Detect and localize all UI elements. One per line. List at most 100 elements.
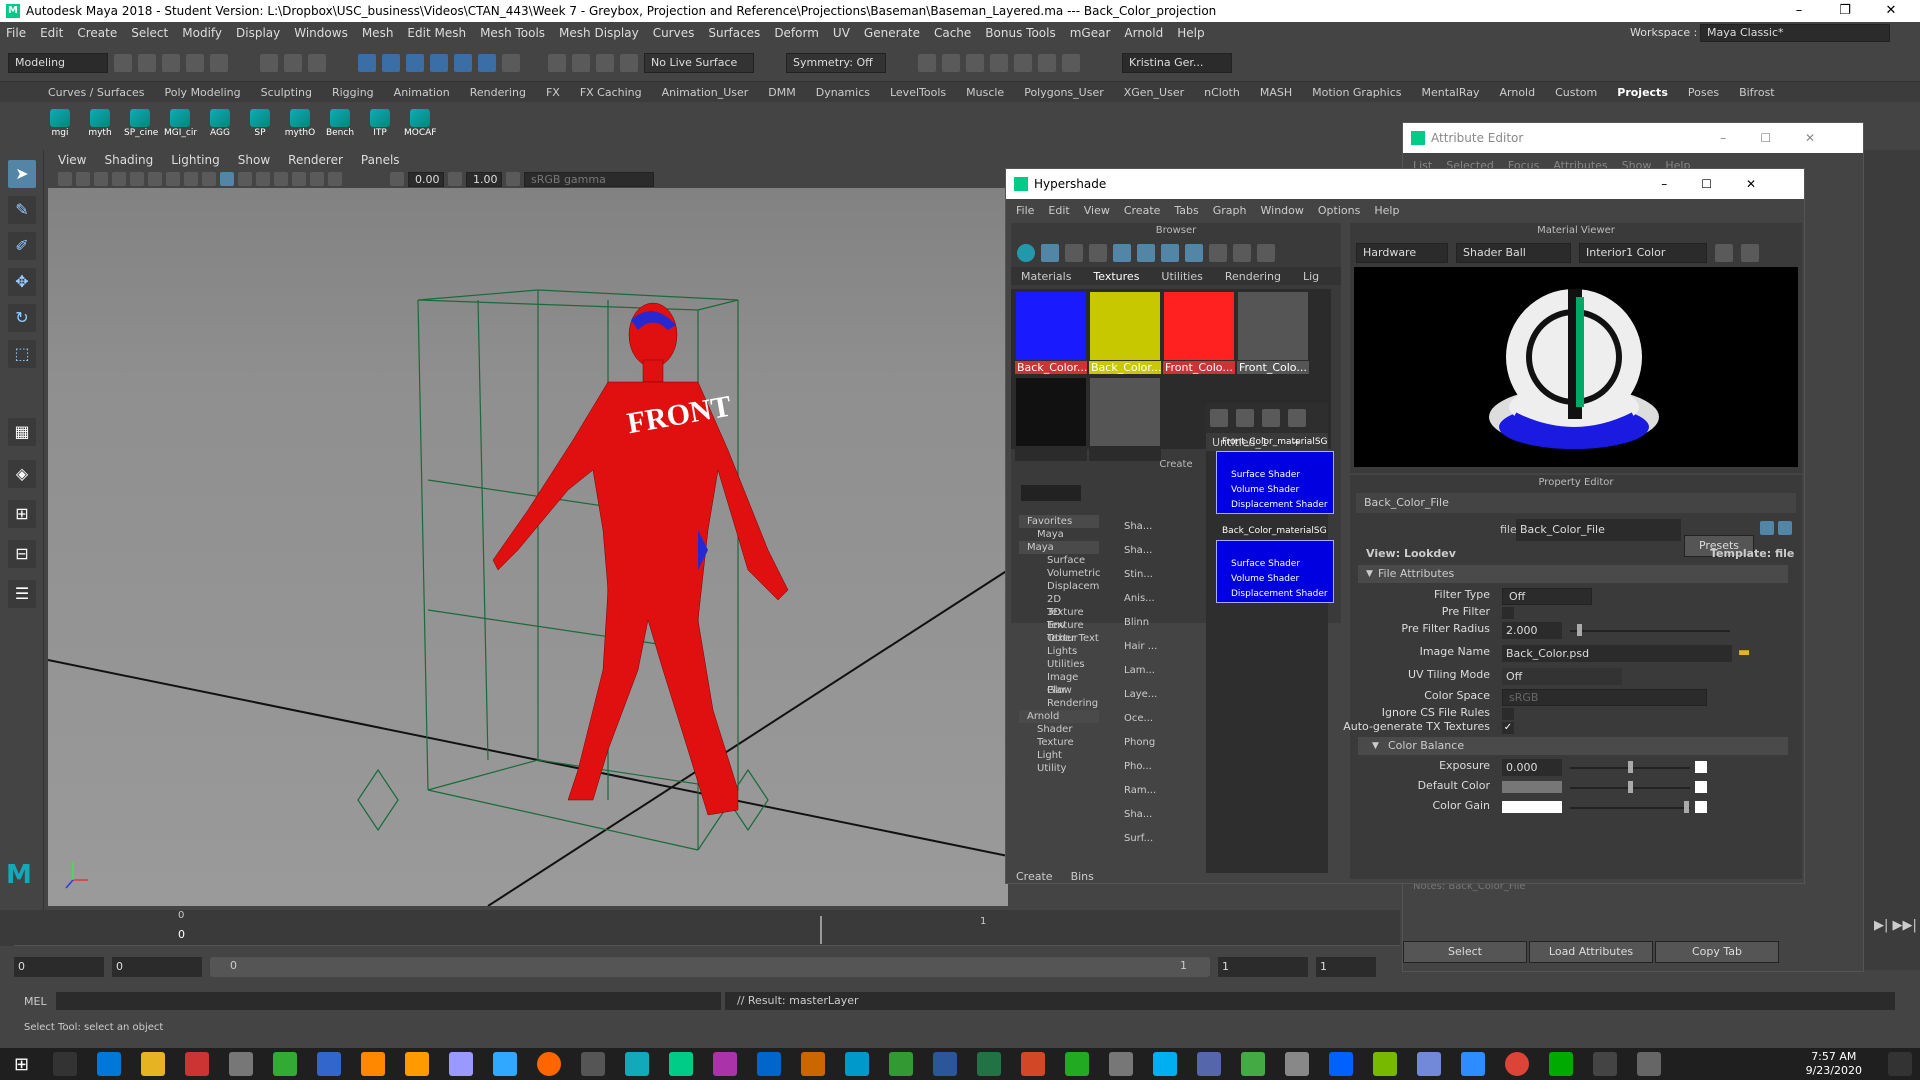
hs-menu-window[interactable]: Window [1261, 204, 1304, 217]
snap-vertex-icon[interactable] [478, 53, 496, 72]
shelf-button-mgi[interactable]: mgi [44, 109, 76, 138]
zoom-icon[interactable] [1461, 1052, 1486, 1076]
create-tree-item[interactable]: 3D Texture [1019, 606, 1099, 631]
start-time-field[interactable]: 0 [14, 957, 104, 977]
app-icon[interactable] [801, 1052, 826, 1076]
menu-item-uv[interactable]: UV [833, 26, 850, 40]
file-explorer-icon[interactable] [141, 1052, 166, 1076]
create-tree-item[interactable]: Env Textur [1019, 619, 1099, 644]
node-port[interactable]: Displacement Shader [1217, 587, 1333, 602]
pre-filter-radius-slider[interactable] [1570, 630, 1730, 632]
pre-filter-checkbox[interactable] [1502, 607, 1514, 619]
sort-type-icon[interactable] [1209, 244, 1227, 262]
large-swatch-icon[interactable] [1137, 244, 1155, 262]
map-button[interactable] [1695, 781, 1707, 793]
snap-grid-icon[interactable] [358, 53, 376, 72]
render-settings-icon[interactable] [966, 53, 984, 72]
shelf-tab-dmm[interactable]: DMM [768, 86, 795, 99]
create-tree-item[interactable]: Favorites [1019, 515, 1099, 528]
symmetry-select[interactable]: Symmetry: Off [786, 52, 886, 73]
minimize-button[interactable]: – [1776, 0, 1822, 22]
snap-view-icon[interactable] [430, 53, 448, 72]
texture-swatch[interactable] [1015, 377, 1087, 461]
film-gate-icon[interactable] [148, 172, 162, 186]
shelf-tab-ncloth[interactable]: nCloth [1204, 86, 1240, 99]
shelf-tab-polygons-user[interactable]: Polygons_User [1024, 86, 1104, 99]
bookmark-icon[interactable] [94, 172, 108, 186]
input-ops-icon[interactable] [572, 53, 590, 72]
shelf-tab-curves-surfaces[interactable]: Curves / Surfaces [48, 86, 145, 99]
exposure-icon[interactable] [390, 172, 404, 186]
graph-io-icon[interactable] [1236, 409, 1254, 427]
shader-list-item[interactable]: Oce... [1106, 707, 1176, 731]
windows-start-icon[interactable]: ⊞ [14, 1054, 29, 1075]
hypershade-icon[interactable] [990, 53, 1008, 72]
menu-item-cache[interactable]: Cache [934, 26, 971, 40]
app-icon[interactable] [1593, 1052, 1618, 1076]
playback-end-field[interactable]: 1 [1218, 957, 1308, 977]
list-view-icon[interactable] [1065, 244, 1083, 262]
ignore-cs-checkbox[interactable] [1502, 708, 1514, 720]
viewport-menu-lighting[interactable]: Lighting [171, 153, 220, 167]
scale-tool-icon[interactable]: ⬚ [8, 340, 36, 368]
menu-item-modify[interactable]: Modify [182, 26, 222, 40]
app-icon[interactable] [889, 1052, 914, 1076]
create-tree-item[interactable]: Displacem [1019, 580, 1099, 593]
chrome-icon[interactable] [1505, 1052, 1530, 1076]
outliner-icon[interactable]: ☰ [8, 580, 36, 608]
shader-list-item[interactable]: Sha... [1106, 803, 1176, 827]
output-ops-icon[interactable] [596, 53, 614, 72]
safe-action-icon[interactable] [184, 172, 198, 186]
select-tool-icon[interactable]: ➤ [8, 160, 36, 188]
shelf-button-bench[interactable]: Bench [324, 109, 356, 138]
graph-input-icon[interactable] [1210, 409, 1228, 427]
render-current-icon[interactable] [918, 53, 936, 72]
shelf-tab-muscle[interactable]: Muscle [966, 86, 1004, 99]
ao-icon[interactable] [292, 172, 306, 186]
create-tree-item[interactable]: Rendering [1019, 697, 1099, 710]
premiere-icon[interactable] [449, 1052, 474, 1076]
mode-select[interactable]: Modeling [8, 52, 108, 73]
app-icon[interactable] [1549, 1052, 1574, 1076]
viewport-menu-view[interactable]: View [58, 153, 86, 167]
shelf-button-mgi-cir[interactable]: MGI_cir [164, 109, 197, 138]
shelf-tab-leveltools[interactable]: LevelTools [890, 86, 946, 99]
render-view-icon[interactable] [1014, 53, 1032, 72]
command-input[interactable] [56, 992, 721, 1010]
app-icon[interactable] [1637, 1052, 1662, 1076]
shader-list-item[interactable]: Laye... [1106, 683, 1176, 707]
move-tool-icon[interactable]: ✥ [8, 268, 36, 296]
menu-item-mesh-tools[interactable]: Mesh Tools [480, 26, 545, 40]
create-tree-item[interactable]: Light [1019, 749, 1099, 762]
shader-list-item[interactable]: Surf... [1106, 827, 1176, 851]
vlc-icon[interactable] [361, 1052, 386, 1076]
texture-swatch[interactable]: Front_Colo... [1237, 291, 1309, 375]
exposure-field[interactable]: 0.000 [1502, 759, 1562, 776]
create-tree-item[interactable]: Image Plar [1019, 671, 1099, 696]
isolate-icon[interactable] [310, 172, 324, 186]
shading-group-node[interactable]: Front_Color_materialSG Surface Shader Volu… [1216, 437, 1334, 514]
viewport-menu-shading[interactable]: Shading [104, 153, 153, 167]
shelf-tab-rendering[interactable]: Rendering [470, 86, 526, 99]
shelf-button-myth[interactable]: myth [84, 109, 116, 138]
close-button[interactable]: ✕ [1868, 0, 1914, 22]
maya-taskbar-icon[interactable] [669, 1052, 694, 1076]
menu-item-deform[interactable]: Deform [774, 26, 819, 40]
select-hierarchy-icon[interactable] [260, 53, 278, 72]
create-tree-item[interactable]: Shader [1019, 723, 1099, 736]
menu-item-create[interactable]: Create [77, 26, 117, 40]
create-tree-item[interactable]: Utility [1019, 762, 1099, 775]
app-icon[interactable] [845, 1052, 870, 1076]
menu-item-help[interactable]: Help [1177, 26, 1204, 40]
map-button[interactable] [1695, 801, 1707, 813]
menu-item-surfaces[interactable]: Surfaces [708, 26, 760, 40]
autogen-tx-checkbox[interactable]: ✓ [1502, 722, 1514, 734]
gamma-field[interactable]: 1.00 [466, 171, 502, 187]
show-icon[interactable] [1760, 521, 1774, 535]
shader-list-item[interactable]: Blinn [1106, 611, 1176, 635]
renderer-select[interactable]: Hardware [1356, 243, 1448, 263]
app-icon[interactable] [1065, 1052, 1090, 1076]
shading-group-node[interactable]: Back_Color_materialSG Surface Shader Volum… [1216, 526, 1334, 603]
shelf-tab-dynamics[interactable]: Dynamics [816, 86, 870, 99]
browser-tab-lig[interactable]: Lig [1303, 270, 1319, 283]
